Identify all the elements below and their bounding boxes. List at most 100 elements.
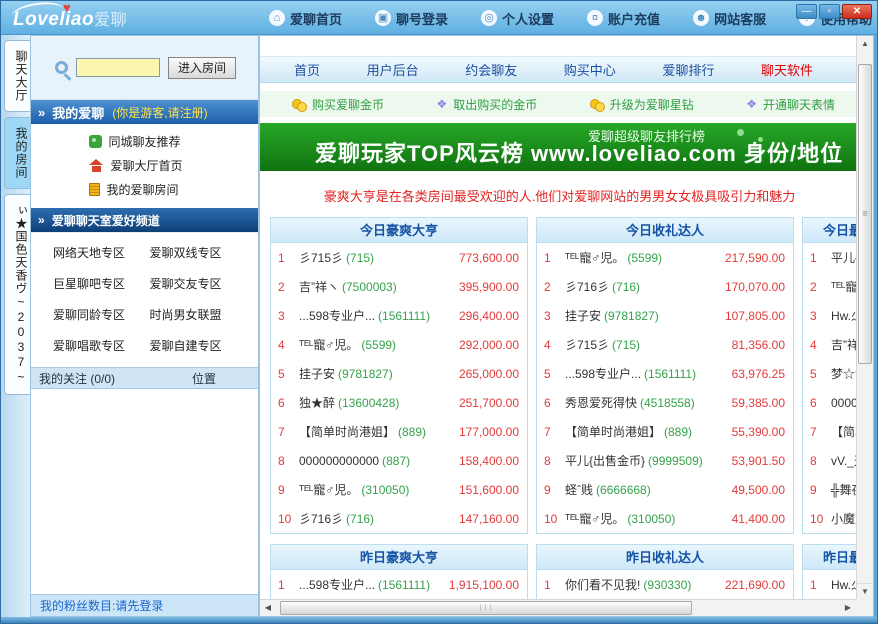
channel-link[interactable]: 爱聊同龄专区 [53,306,150,323]
user-name[interactable]: 平儿{出售金币} [565,452,645,469]
diamond-icon: ❖ [746,98,757,110]
channel-link[interactable]: 爱聊交友专区 [150,275,247,292]
scrollbar-corner [856,599,873,616]
enter-room-button[interactable]: 进入房间 [168,57,236,79]
scroll-right-arrow[interactable]: ▶ [840,600,856,616]
amount-value: 41,400.00 [732,512,785,526]
left-tab-1[interactable]: 我的房间 [4,117,30,189]
titlebar-nav-label: 网站客服 [714,9,766,28]
quick-link[interactable]: 升级为爱聊星钻 [590,96,694,113]
user-name[interactable]: Hw.尐啪 [831,307,859,324]
sidebar-link[interactable]: 我的爱聊房间 [89,181,201,198]
login-icon: ▣ [375,10,391,26]
user-name[interactable]: 彡716彡 [565,278,609,295]
main-tab-1[interactable]: 用户后台 [367,60,419,79]
user-name[interactable]: ᵀᴱᴸ寵♂児。 [565,510,624,527]
user-name[interactable]: 彡715彡 [565,336,609,353]
user-id: (9781827) [338,367,393,381]
user-name[interactable]: ╬舞夜【 [831,481,859,498]
maximize-button[interactable]: ▫ [819,4,840,19]
sidebar-link[interactable]: 爱聊大厅首页 [89,157,201,174]
left-tab-2[interactable]: ぃ★国色天香ヴ~2037~ [4,194,30,395]
user-name[interactable]: 000000000000 [299,454,379,468]
quick-link[interactable]: 购买爱聊金币 [292,96,384,113]
user-name[interactable]: ...598专业户... [299,307,375,324]
channel-link[interactable]: 爱聊双线专区 [150,244,247,261]
scroll-down-arrow[interactable]: ▼ [857,583,873,599]
rank-number: 1 [544,251,565,265]
horizontal-scroll-thumb[interactable] [280,601,692,615]
heart-icon: ♥ [63,0,71,15]
user-name[interactable]: ᵀᴱᴸ寵♂児。 [299,336,358,353]
user-name[interactable]: vV._天天 [831,452,859,469]
main-tab-0[interactable]: 首页 [294,60,320,79]
rank-number: 3 [810,309,831,323]
user-name[interactable]: 彡716彡 [299,510,343,527]
user-name[interactable]: ᵀᴱᴸ寵♂児 [831,278,859,295]
user-name[interactable]: 挂子安 [299,365,335,382]
scroll-left-arrow[interactable]: ◀ [260,600,276,616]
user-name[interactable]: ...598专业户... [565,365,641,382]
titlebar-nav-service[interactable]: ☻网站客服 [693,9,766,28]
user-name[interactable]: 平儿{出售 [831,249,859,266]
board-rows: 1...598专业户...(1561111)1,915,100.00 [271,570,527,599]
user-name[interactable]: 吉”祥ヽ [831,336,859,353]
rank-number: 1 [810,578,831,592]
rank-number: 6 [810,396,831,410]
rank-number: 6 [278,396,299,410]
user-name[interactable]: 独★醉 [299,394,335,411]
user-name[interactable]: 吉”祥ヽ [299,278,339,295]
titlebar-nav-login[interactable]: ▣聊号登录 [375,9,448,28]
rank-number: 10 [544,512,565,526]
minimize-button[interactable]: — [796,4,817,19]
room-search-input[interactable] [76,58,160,77]
user-name[interactable]: ᵀᴱᴸ寵♂児。 [565,249,624,266]
chevrons-icon: » [38,105,45,120]
user-name[interactable]: ᵀᴱᴸ寵♂児。 [299,481,358,498]
user-name[interactable]: 梦☆涵 [831,365,859,382]
user-name[interactable]: 蛏ˆ贱 [565,481,593,498]
sidebar-link[interactable]: 同城聊友推荐 [89,133,201,150]
user-name[interactable]: 秀恩爱死得快 [565,394,637,411]
user-name[interactable]: ...598专业户... [299,576,375,593]
amount-value: 217,590.00 [725,251,785,265]
board-row: 1平儿{出售 [803,243,859,272]
titlebar-nav-settings[interactable]: ◎个人设置 [481,9,554,28]
channel-link[interactable]: 网络天地专区 [53,244,150,261]
amount-value: 296,400.00 [459,309,519,323]
main-content: 首页 用户后台 约会聊友 购买中心 爱聊排行 聊天软件 购买爱聊金币 ❖取出购买的金币 升级为… [260,36,859,599]
main-tab-3[interactable]: 购买中心 [564,60,616,79]
user-name[interactable]: 小魔女 [831,510,859,527]
guest-register-note[interactable]: (你是游客,请注册) [112,104,207,121]
search-icon [55,61,68,74]
vertical-scroll-thumb[interactable] [858,64,872,364]
channel-link[interactable]: 爱聊唱歌专区 [53,337,150,354]
user-name[interactable]: 00000000 [831,396,859,410]
scroll-up-arrow[interactable]: ▲ [857,36,873,52]
board-row: 9蛏ˆ贱(6666668)49,500.00 [537,475,793,504]
channel-link[interactable]: 时尚男女联盟 [150,306,247,323]
quick-link[interactable]: ❖开通聊天表情 [746,96,835,113]
fans-status-bar[interactable]: 我的粉丝数目:请先登录 [31,594,258,616]
user-name[interactable]: 【简单时尚港姐】 [565,423,661,440]
titlebar-nav-home[interactable]: ⌂爱聊首页 [269,9,342,28]
main-tab-5[interactable]: 聊天软件 [761,60,813,79]
room-icon [89,183,100,196]
board-row: 6独★醉(13600428)251,700.00 [271,388,527,417]
left-tab-0[interactable]: 聊天大厅 [4,40,30,112]
main-tab-2[interactable]: 约会聊友 [465,60,517,79]
main-tab-4[interactable]: 爱聊排行 [662,60,714,79]
user-name[interactable]: 你们看不见我! [565,576,640,593]
user-name[interactable]: 【简单时 [831,423,859,440]
quick-link[interactable]: ❖取出购买的金币 [436,96,537,113]
close-button[interactable]: ✕ [842,4,872,19]
user-name[interactable]: Hw.尐啪 [831,576,859,593]
channel-link[interactable]: 巨星聊吧专区 [53,275,150,292]
board-row: 2彡716彡(716)170,070.00 [537,272,793,301]
user-name[interactable]: 【简单时尚港姐】 [299,423,395,440]
channel-link[interactable]: 爱聊自建专区 [150,337,247,354]
user-name[interactable]: 彡715彡 [299,249,343,266]
rank-number: 3 [278,309,299,323]
titlebar-nav-recharge[interactable]: ¤账户充值 [587,9,660,28]
user-name[interactable]: 挂子安 [565,307,601,324]
